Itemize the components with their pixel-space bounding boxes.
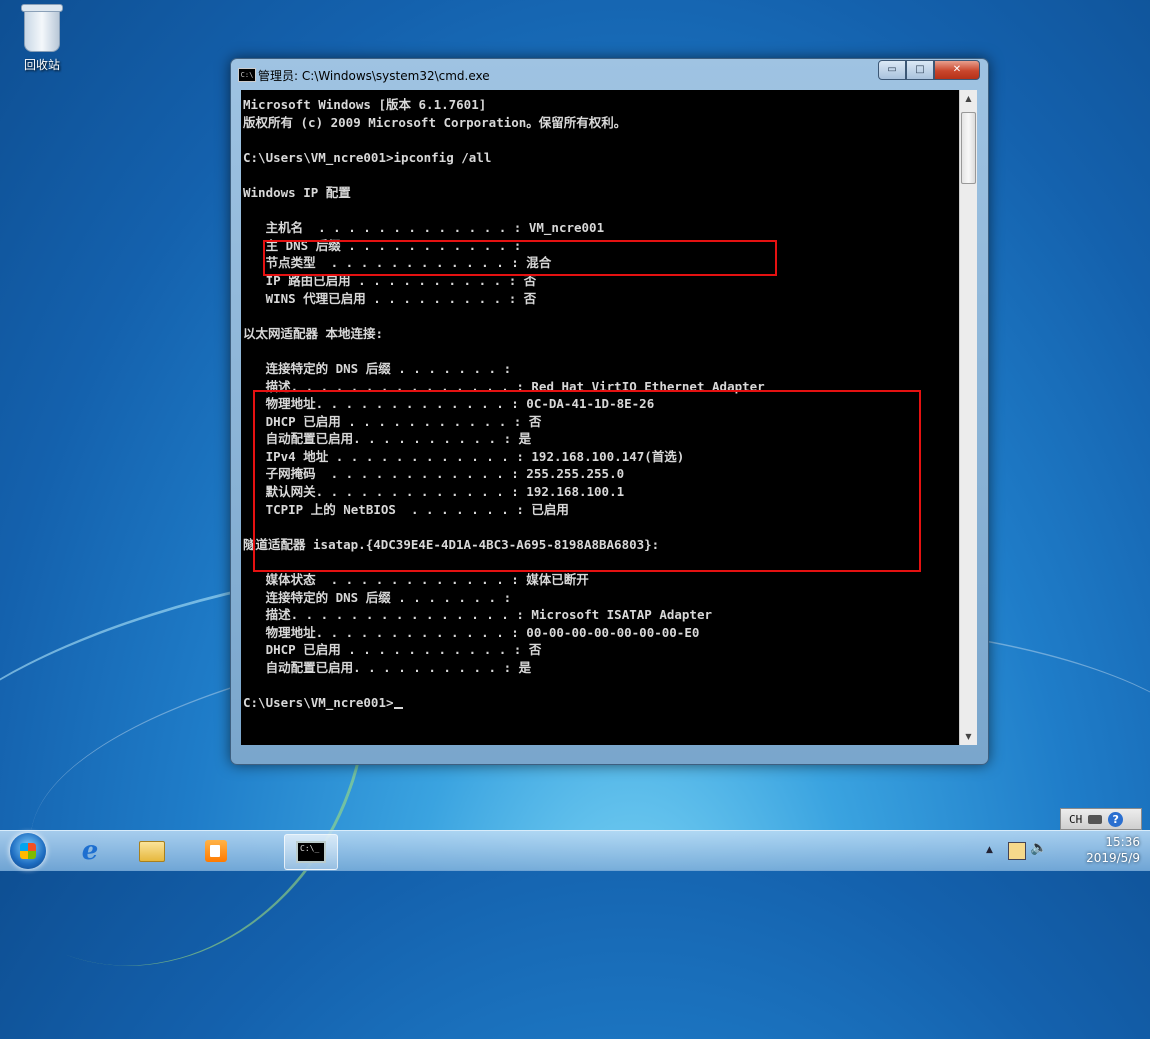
taskbar-media-player[interactable] — [190, 834, 242, 868]
taskbar-cmd[interactable]: C:\_ — [284, 834, 338, 870]
console-line: 媒体状态 . . . . . . . . . . . . : 媒体已断开 — [243, 572, 589, 588]
scroll-up-arrow-icon[interactable]: ▲ — [960, 90, 977, 107]
clock-time: 15:36 — [1105, 835, 1140, 849]
minimize-button[interactable]: ▭ — [878, 60, 906, 80]
volume-icon[interactable]: 🔈 — [1030, 840, 1047, 856]
window-title: 管理员: C:\Windows\system32\cmd.exe — [258, 69, 490, 83]
console-line: 物理地址. . . . . . . . . . . . . : 00-00-00… — [243, 624, 700, 640]
console-line: 连接特定的 DNS 后缀 . . . . . . . : — [243, 589, 512, 605]
taskbar: e C:\_ ▲ 🔈 15:36 2019/5/9 — [0, 830, 1150, 871]
cmd-app-icon: C:\ — [238, 68, 256, 82]
clock[interactable]: 15:36 2019/5/9 — [1086, 834, 1140, 866]
cmd-window[interactable]: C:\ 管理员: C:\Windows\system32\cmd.exe ▭ □… — [230, 58, 989, 765]
start-button[interactable] — [10, 833, 46, 869]
desktop-icon-recycle-bin[interactable]: 回收站 — [14, 4, 70, 73]
console-line: 主机名 . . . . . . . . . . . . . : VM_ncre0… — [243, 220, 605, 236]
console-line: C:\Users\VM_ncre001>ipconfig /all — [243, 149, 492, 165]
scroll-down-arrow-icon[interactable]: ▼ — [960, 728, 977, 745]
taskbar-internet-explorer[interactable]: e — [64, 834, 116, 868]
window-controls: ▭ □ ✕ — [878, 60, 980, 80]
clock-date: 2019/5/9 — [1086, 851, 1140, 865]
console-line: 版权所有 (c) 2009 Microsoft Corporation。保留所有… — [243, 114, 627, 130]
internet-explorer-icon: e — [81, 836, 99, 866]
hostname-highlight-box — [263, 240, 777, 276]
console-line: Windows IP 配置 — [243, 184, 351, 200]
console-output[interactable]: Microsoft Windows [版本 6.1.7601] 版权所有 (c) … — [241, 90, 959, 745]
system-tray: ▲ 🔈 15:36 2019/5/9 — [980, 831, 1150, 871]
console-line: 连接特定的 DNS 后缀 . . . . . . . : — [243, 360, 512, 376]
scroll-thumb[interactable] — [961, 112, 976, 184]
network-icon[interactable] — [1008, 842, 1026, 860]
console-line: 以太网适配器 本地连接: — [243, 325, 384, 341]
text-cursor — [393, 707, 403, 710]
console-line: 描述. . . . . . . . . . . . . . . : Micros… — [243, 607, 713, 623]
window-titlebar[interactable]: C:\ 管理员: C:\Windows\system32\cmd.exe ▭ □… — [231, 59, 988, 89]
console-line: 自动配置已启用. . . . . . . . . . : 是 — [243, 660, 532, 675]
language-indicator[interactable]: CH — [1069, 813, 1082, 826]
keyboard-icon[interactable] — [1088, 814, 1103, 824]
console-line: Microsoft Windows [版本 6.1.7601] — [243, 97, 487, 112]
console-line: DHCP 已启用 . . . . . . . . . . . : 否 — [243, 642, 542, 658]
maximize-button[interactable]: □ — [906, 60, 934, 80]
desktop-icon-label: 回收站 — [23, 58, 60, 72]
ethernet-adapter-highlight-box — [253, 390, 921, 572]
media-player-icon — [205, 840, 227, 862]
taskbar-windows-explorer[interactable] — [126, 834, 178, 868]
folder-icon — [139, 840, 165, 862]
language-bar[interactable]: CH ? — [1060, 808, 1142, 830]
console-line: WINS 代理已启用 . . . . . . . . . : 否 — [243, 290, 537, 306]
vertical-scrollbar[interactable]: ▲ ▼ — [959, 90, 977, 745]
help-icon[interactable]: ? — [1108, 811, 1124, 827]
show-hidden-icons-arrow-icon[interactable]: ▲ — [986, 845, 993, 855]
close-button[interactable]: ✕ — [934, 60, 980, 80]
recycle-bin-icon — [21, 4, 63, 52]
cmd-icon: C:\_ — [296, 841, 326, 863]
console-line: C:\Users\VM_ncre001> — [243, 694, 765, 712]
